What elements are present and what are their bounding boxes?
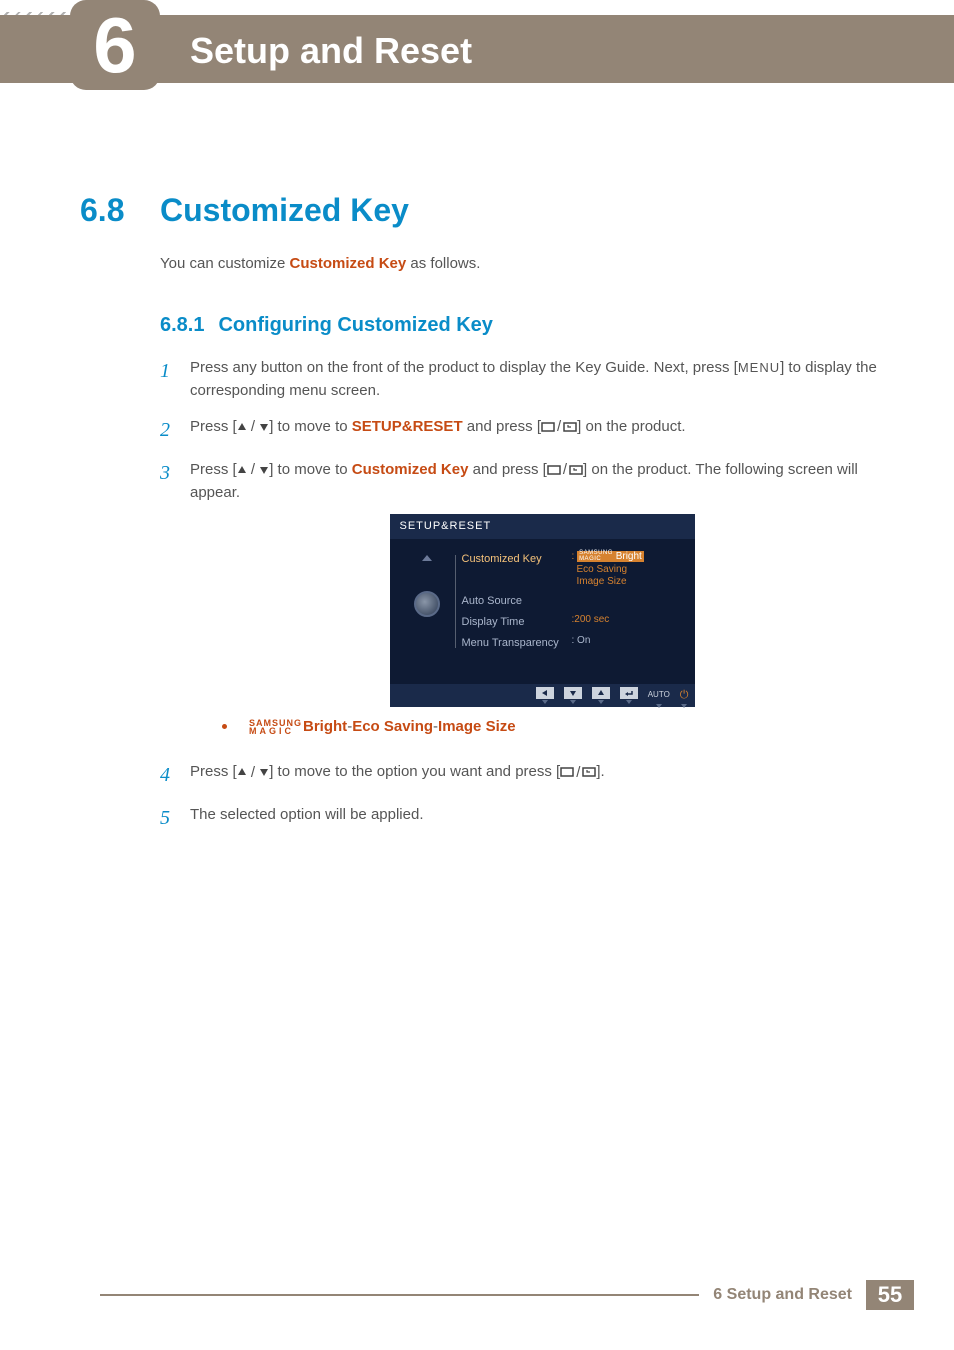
- page-footer: 6 Setup and Reset 55: [0, 1280, 954, 1310]
- enter-source-icon: /: [560, 761, 596, 784]
- step-number: 5: [160, 803, 190, 834]
- osd-enter-icon: [620, 687, 638, 699]
- samsung-magic-label: SAMSUNGMAGIC: [249, 719, 302, 735]
- chapter-title: Setup and Reset: [190, 30, 472, 72]
- step-number: 3: [160, 458, 190, 749]
- osd-dial-icon: [414, 591, 440, 617]
- subsection-title: Configuring Customized Key: [218, 314, 492, 336]
- options-bullet: SAMSUNGMAGICBright - Eco Saving - Image …: [222, 715, 894, 738]
- step-2: 2 Press [ / ] to move to SETUP&RESET and…: [160, 415, 894, 446]
- bullet-icon: [222, 724, 227, 729]
- step-body: The selected option will be applied.: [190, 803, 894, 834]
- enter-source-icon: /: [541, 415, 577, 438]
- step-body: Press [ / ] to move to SETUP&RESET and p…: [190, 415, 894, 446]
- osd-label-customized-key: Customized Key: [462, 551, 572, 568]
- osd-label-menu-transparency: Menu Transparency: [462, 635, 572, 652]
- osd-up-icon: [592, 687, 610, 699]
- osd-value: : SAMSUNGMAGIC Bright Eco Saving Image S…: [572, 551, 685, 589]
- osd-label-display-time: Display Time: [462, 614, 572, 631]
- option-image-size: Image Size: [438, 715, 516, 738]
- osd-title: SETUP&RESET: [390, 514, 695, 539]
- osd-row: Customized Key : SAMSUNGMAGIC Bright Eco…: [462, 549, 685, 591]
- up-down-triangle-icon: /: [237, 415, 270, 438]
- osd-divider: [455, 555, 456, 648]
- intro-highlight: Customized Key: [290, 255, 407, 272]
- enter-source-icon: /: [547, 458, 583, 481]
- osd-up-arrow-icon: [422, 555, 432, 561]
- footer-rule: [100, 1294, 699, 1310]
- step-number: 4: [160, 760, 190, 791]
- osd-row: Menu Transparency : On: [462, 633, 685, 654]
- osd-footer: AUTO ⏻: [390, 684, 695, 707]
- osd-row: Auto Source: [462, 591, 685, 612]
- osd-auto-label: AUTO: [648, 689, 670, 701]
- option-eco: Eco Saving: [352, 715, 433, 738]
- step-body: Press any button on the front of the pro…: [190, 356, 894, 403]
- intro-text: You can customize Customized Key as foll…: [160, 255, 480, 272]
- step-body: Press [ / ] to move to the option you wa…: [190, 760, 894, 791]
- step-1: 1 Press any button on the front of the p…: [160, 356, 894, 403]
- section-title: Customized Key: [160, 192, 409, 229]
- chapter-number: 6: [93, 0, 136, 91]
- osd-value: : On: [572, 635, 685, 648]
- step-body: Press [ / ] to move to Customized Key an…: [190, 458, 894, 749]
- setup-reset-highlight: SETUP&RESET: [352, 418, 463, 435]
- osd-screenshot: SETUP&RESET Customized Key : SAMSUNGMAGI…: [390, 514, 695, 707]
- step-number: 1: [160, 356, 190, 403]
- up-down-triangle-icon: /: [237, 458, 270, 481]
- osd-label-auto-source: Auto Source: [462, 593, 572, 610]
- intro-pre: You can customize: [160, 255, 290, 272]
- subsection-heading: 6.8.1 Configuring Customized Key: [160, 314, 493, 337]
- osd-body: Customized Key : SAMSUNGMAGIC Bright Eco…: [390, 539, 695, 684]
- osd-power-icon: ⏻: [680, 687, 689, 704]
- option-bright: Bright: [303, 715, 347, 738]
- step-5: 5 The selected option will be applied.: [160, 803, 894, 834]
- osd-menu: Customized Key : SAMSUNGMAGIC Bright Eco…: [462, 549, 685, 654]
- intro-post: as follows.: [406, 255, 480, 272]
- osd-left-panel: [400, 549, 455, 654]
- osd-row: Display Time :200 sec: [462, 612, 685, 633]
- step-4: 4 Press [ / ] to move to the option you …: [160, 760, 894, 791]
- customized-key-highlight: Customized Key: [352, 461, 469, 478]
- chapter-badge: 6: [70, 0, 160, 90]
- section-number: 6.8: [80, 192, 124, 229]
- steps-list: 1 Press any button on the front of the p…: [160, 356, 894, 846]
- subsection-number: 6.8.1: [160, 314, 204, 336]
- step-number: 2: [160, 415, 190, 446]
- menu-keyword: MENU: [738, 360, 780, 375]
- footer-page-number: 55: [866, 1280, 914, 1310]
- osd-left-icon: [536, 687, 554, 699]
- step-3: 3 Press [ / ] to move to Customized Key …: [160, 458, 894, 749]
- up-down-triangle-icon: /: [237, 761, 270, 784]
- footer-chapter-label: 6 Setup and Reset: [699, 1280, 866, 1310]
- osd-down-icon: [564, 687, 582, 699]
- osd-value: :200 sec: [572, 614, 685, 627]
